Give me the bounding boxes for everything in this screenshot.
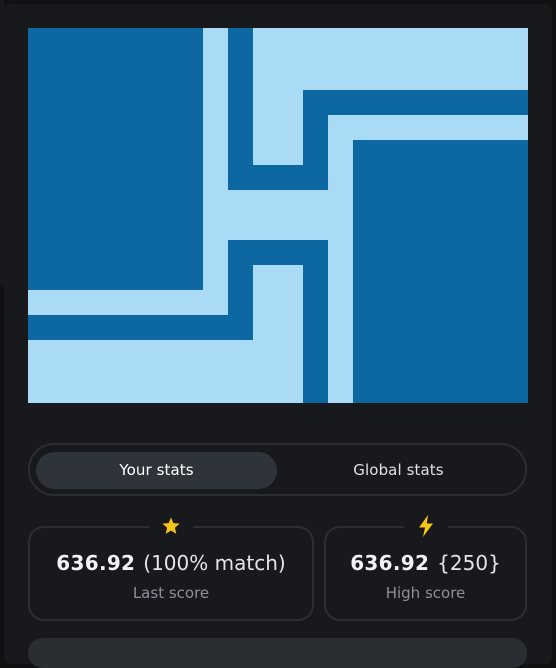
last-score-match: (100% match) [143, 551, 286, 575]
art-bar-top-horizontal [303, 90, 528, 115]
high-score-value-row: 636.92 {250} [326, 551, 525, 575]
high-score-value: 636.92 [350, 551, 430, 575]
art-bar-bottom-horizontal [28, 315, 253, 340]
bottom-action-bar[interactable] [28, 638, 527, 668]
tab-global-stats[interactable]: Global stats [278, 452, 519, 489]
last-score-label: Last score [132, 584, 210, 602]
high-score-attempts: {250} [437, 551, 501, 575]
art-block-right [353, 140, 528, 403]
last-score-value: 636.92 [56, 551, 136, 575]
stats-tab-switcher: Your stats Global stats [28, 443, 527, 496]
art-block-left [28, 28, 203, 290]
puzzle-artwork [28, 28, 528, 403]
tab-your-stats[interactable]: Your stats [36, 452, 277, 489]
high-score-label: High score [385, 584, 466, 602]
star-icon [149, 512, 193, 540]
high-score-card: 636.92 {250} High score [324, 512, 527, 621]
last-score-card: 636.92 (100% match) Last score [28, 512, 314, 621]
bolt-icon [403, 512, 448, 540]
art-bar-bottom-right [303, 240, 328, 403]
last-score-value-row: 636.92 (100% match) [30, 551, 312, 575]
